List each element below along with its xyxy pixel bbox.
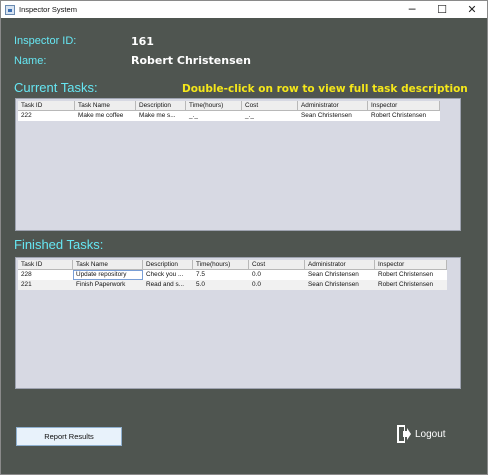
table-cell[interactable]: Read and s... [143, 280, 193, 290]
table-cell[interactable]: 221 [18, 280, 73, 290]
table-cell[interactable]: 0.0 [249, 270, 305, 280]
column-header[interactable]: Description [143, 260, 193, 270]
logout-label: Logout [415, 428, 446, 440]
current-tasks-title: Current Tasks: [14, 80, 98, 95]
maximize-button[interactable]: ☐ [427, 1, 457, 18]
window-title: Inspector System [19, 5, 77, 14]
table-cell[interactable]: 0.0 [249, 280, 305, 290]
report-results-button[interactable]: Report Results [16, 427, 122, 446]
name-value: Robert Christensen [131, 54, 251, 67]
app-icon [5, 4, 15, 15]
table-cell[interactable]: 7.5 [193, 270, 249, 280]
table-cell[interactable]: 222 [18, 111, 75, 121]
table-cell[interactable]: Make me coffee [75, 111, 136, 121]
title-bar: Inspector System ─ ☐ ✕ [1, 1, 487, 18]
window-controls: ─ ☐ ✕ [397, 1, 487, 18]
column-header[interactable]: Task Name [73, 260, 143, 270]
table-row[interactable]: 221 Finish Paperwork Read and s... 5.0 0.0 Se… [18, 280, 447, 290]
table-header: Task ID Task Name Description Time(hours) Co… [18, 101, 440, 111]
table-row[interactable]: 228 Update repository Check you ... 7.5 0.0 S… [18, 270, 447, 280]
logout-button[interactable]: Logout [397, 425, 446, 443]
column-header[interactable]: Inspector [375, 260, 447, 270]
table-cell[interactable]: 228 [18, 270, 73, 280]
table-header: Task ID Task Name Description Time(hours) Co… [18, 260, 447, 270]
name-label: Name: [14, 55, 47, 67]
column-header[interactable]: Cost [249, 260, 305, 270]
table-cell[interactable]: 5.0 [193, 280, 249, 290]
inspector-window: Inspector System ─ ☐ ✕ Inspector ID: 161… [0, 0, 488, 475]
table-cell[interactable]: _._ [242, 111, 298, 121]
double-click-hint: Double-click on row to view full task de… [182, 83, 468, 95]
column-header[interactable]: Task Name [75, 101, 136, 111]
table-cell[interactable]: Sean Christensen [298, 111, 368, 121]
table-cell[interactable]: Sean Christensen [305, 280, 375, 290]
table-cell[interactable]: Robert Christensen [375, 280, 447, 290]
table-cell[interactable]: Update repository [73, 270, 143, 280]
minimize-button[interactable]: ─ [397, 1, 427, 18]
table-cell[interactable]: Finish Paperwork [73, 280, 143, 290]
inspector-id-label: Inspector ID: [14, 35, 77, 47]
finished-tasks-table[interactable]: Task ID Task Name Description Time(hours) Co… [15, 257, 461, 389]
column-header[interactable]: Inspector [368, 101, 440, 111]
table-cell[interactable]: _._ [186, 111, 242, 121]
column-header[interactable]: Description [136, 101, 186, 111]
close-button[interactable]: ✕ [457, 1, 487, 18]
table-cell[interactable]: Robert Christensen [368, 111, 440, 121]
current-tasks-table[interactable]: Task ID Task Name Description Time(hours) Co… [15, 98, 461, 231]
column-header[interactable]: Administrator [305, 260, 375, 270]
column-header[interactable]: Time(hours) [186, 101, 242, 111]
column-header[interactable]: Time(hours) [193, 260, 249, 270]
table-cell[interactable]: Make me s... [136, 111, 186, 121]
table-cell[interactable]: Sean Christensen [305, 270, 375, 280]
table-cell[interactable]: Robert Christensen [375, 270, 447, 280]
inspector-id-value: 161 [131, 35, 154, 48]
table-cell[interactable]: Check you ... [143, 270, 193, 280]
column-header[interactable]: Cost [242, 101, 298, 111]
column-header[interactable]: Task ID [18, 260, 73, 270]
column-header[interactable]: Task ID [18, 101, 75, 111]
column-header[interactable]: Administrator [298, 101, 368, 111]
logout-icon [397, 425, 411, 443]
finished-tasks-title: Finished Tasks: [14, 237, 104, 252]
table-row[interactable]: 222 Make me coffee Make me s... _._ _._ Sean … [18, 111, 440, 121]
